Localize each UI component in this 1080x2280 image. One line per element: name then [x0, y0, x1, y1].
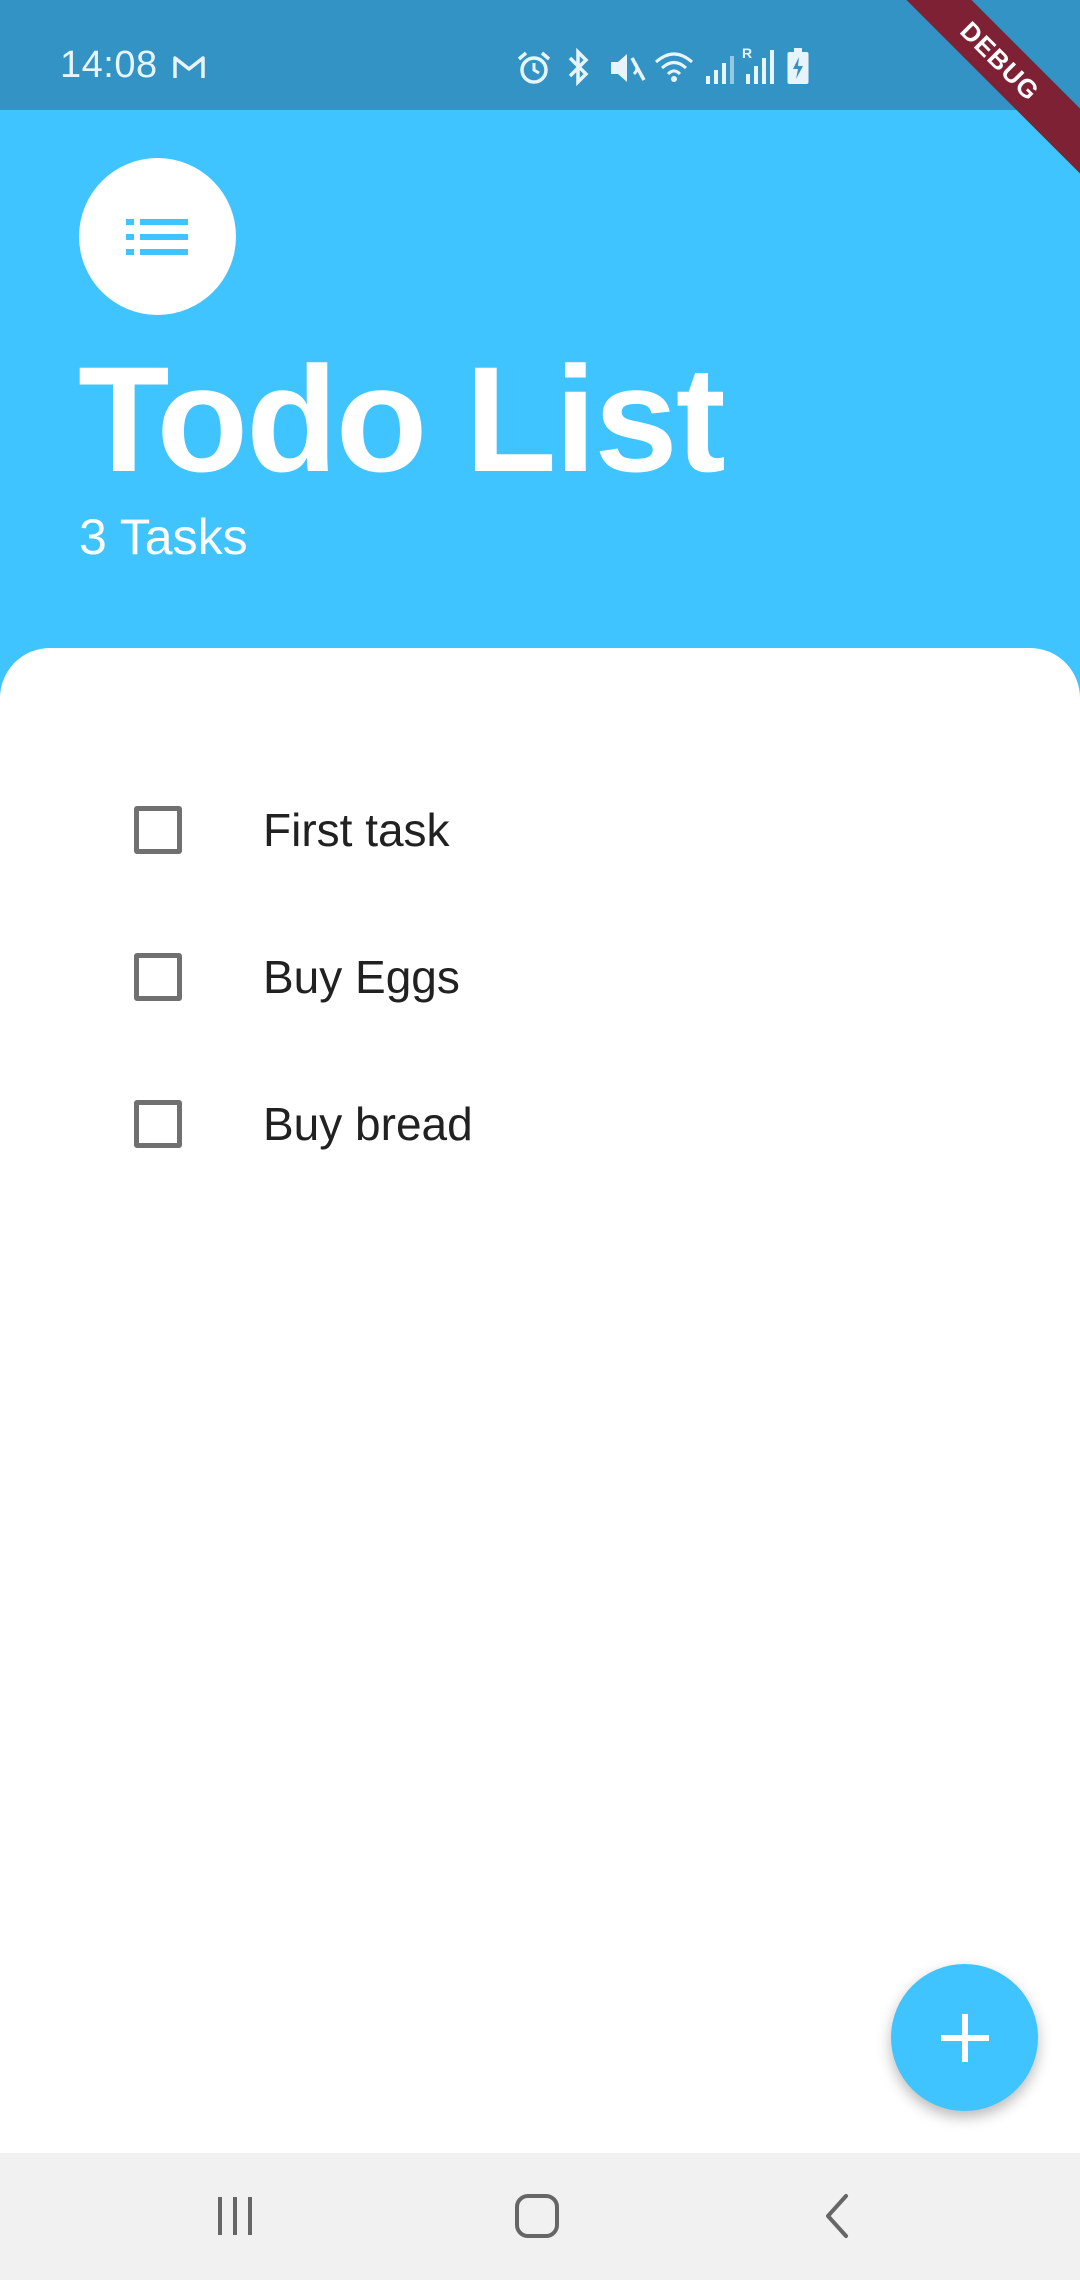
- status-bar: 14:08 R: [0, 0, 1080, 110]
- task-checkbox[interactable]: [134, 953, 182, 1001]
- task-list-card: First task Buy Eggs Buy bread: [0, 648, 1080, 2153]
- list-item[interactable]: First task: [0, 775, 1080, 885]
- gmail-icon: [173, 56, 205, 78]
- task-checkbox[interactable]: [134, 806, 182, 854]
- task-count: 3 Tasks: [79, 509, 248, 565]
- list-item[interactable]: Buy Eggs: [0, 922, 1080, 1032]
- task-label: Buy Eggs: [263, 951, 460, 1003]
- roaming-signal-icon: R: [742, 45, 774, 84]
- signal-icon: [706, 56, 734, 84]
- wifi-icon: [655, 52, 693, 82]
- back-icon[interactable]: [822, 2193, 852, 2239]
- status-time: 14:08: [60, 44, 158, 86]
- bluetooth-icon: [568, 48, 589, 86]
- menu-button[interactable]: [79, 158, 236, 315]
- header: Todo List 3 Tasks: [0, 110, 1080, 650]
- list-icon: [125, 218, 188, 255]
- task-checkbox[interactable]: [134, 1100, 182, 1148]
- navigation-bar: [0, 2153, 1080, 2280]
- plus-icon: [940, 2013, 989, 2062]
- task-label: First task: [263, 804, 450, 856]
- task-label: Buy bread: [263, 1098, 473, 1150]
- page-title: Todo List: [78, 335, 726, 503]
- mute-icon: [611, 54, 646, 82]
- recent-apps-icon[interactable]: [214, 2195, 256, 2237]
- add-task-button[interactable]: [891, 1964, 1038, 2111]
- list-item[interactable]: Buy bread: [0, 1069, 1080, 1179]
- app-screen: 14:08 R DEBUG Todo List 3 Tasks First ta…: [0, 0, 1080, 2280]
- alarm-icon: [517, 51, 551, 84]
- svg-text:R: R: [742, 45, 752, 61]
- home-icon[interactable]: [514, 2193, 560, 2239]
- battery-charging-icon: [787, 48, 809, 84]
